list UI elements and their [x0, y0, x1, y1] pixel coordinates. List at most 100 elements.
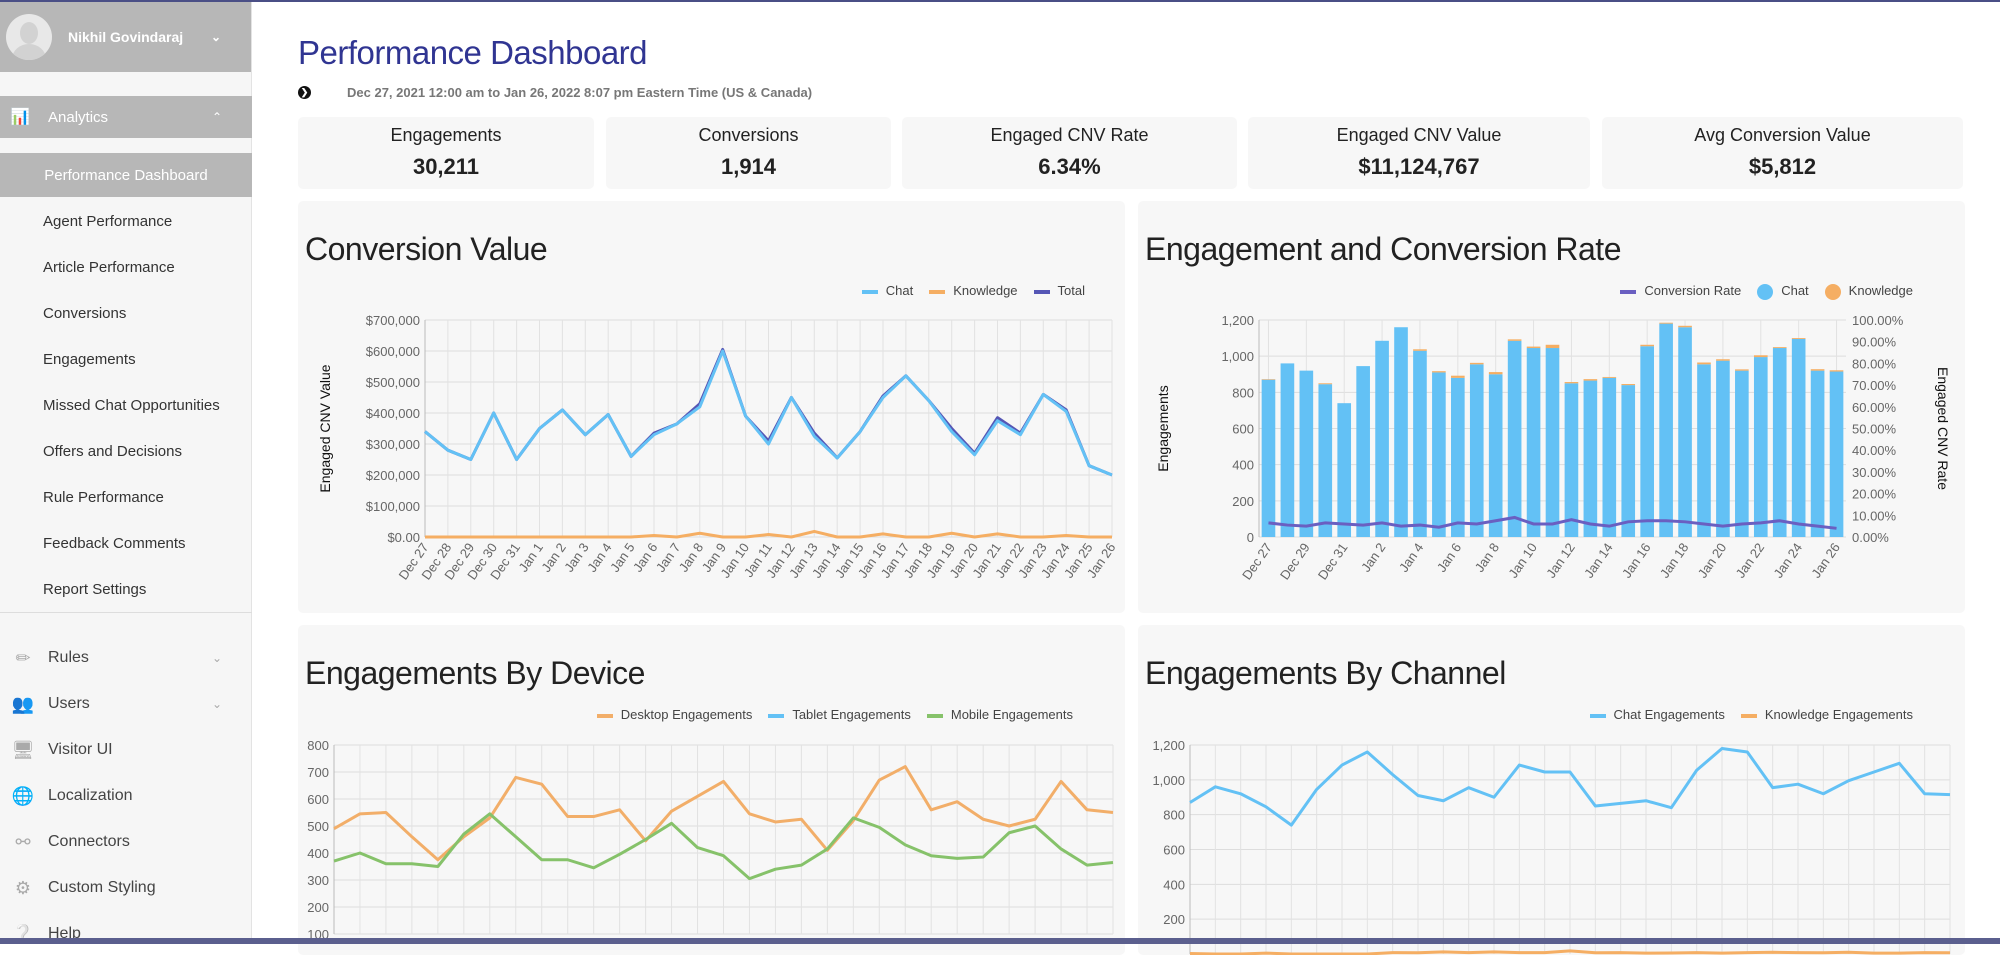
bar-knowledge[interactable]	[1469, 362, 1484, 365]
date-range-toggle-icon[interactable]: ❯	[298, 86, 311, 99]
sidebar-item-engagements[interactable]: Engagements	[0, 337, 252, 381]
sidebar-item-report-settings[interactable]: Report Settings	[0, 567, 252, 611]
y2-tick-label: 90.00%	[1852, 335, 1897, 350]
bar-knowledge[interactable]	[1602, 376, 1617, 378]
bar-chat[interactable]	[1432, 372, 1446, 537]
bar-knowledge[interactable]	[1829, 370, 1844, 372]
bar-knowledge[interactable]	[1753, 355, 1768, 358]
legend-item[interactable]: Knowledge	[1824, 283, 1913, 300]
sidebar-section-analytics[interactable]: 📊 Analytics ⌃	[0, 96, 252, 138]
bar-knowledge[interactable]	[1564, 382, 1579, 384]
bar-chat[interactable]	[1791, 338, 1806, 537]
sidebar-item-label: Custom Styling	[48, 879, 156, 896]
sidebar-item-rules[interactable]: ✏ Rules ⌄	[0, 638, 252, 678]
bar-chat[interactable]	[1469, 364, 1484, 537]
sidebar-item-missed-chat-opportunities[interactable]: Missed Chat Opportunities	[0, 383, 252, 427]
chart-icon: 📊	[10, 109, 30, 126]
legend-swatch	[1033, 289, 1050, 294]
chart-legend: Desktop Engagements Tablet Engagements Mob…	[596, 707, 1073, 722]
bar-chat[interactable]	[1697, 364, 1711, 537]
legend-item[interactable]: Chat	[861, 283, 913, 298]
bar-chat[interactable]	[1394, 327, 1408, 537]
chevron-down-icon: ⌄	[211, 651, 222, 665]
bar-knowledge[interactable]	[1318, 383, 1333, 385]
sidebar-item-connectors[interactable]: ⚯ Connectors	[0, 822, 252, 862]
user-menu[interactable]: Nikhil Govindaraj ⌄	[0, 2, 251, 72]
bar-chat[interactable]	[1375, 340, 1389, 537]
sidebar-item-feedback-comments[interactable]: Feedback Comments	[0, 521, 252, 565]
bar-knowledge[interactable]	[1810, 369, 1825, 371]
sidebar-item-rule-performance[interactable]: Rule Performance	[0, 475, 252, 519]
bar-chat[interactable]	[1507, 340, 1522, 537]
bar-chat[interactable]	[1564, 383, 1579, 537]
sidebar-item-article-performance[interactable]: Article Performance	[0, 245, 252, 289]
bar-knowledge[interactable]	[1697, 362, 1711, 365]
bar-knowledge[interactable]	[1640, 344, 1654, 347]
legend-item[interactable]: Mobile Engagements	[926, 707, 1073, 722]
x-tick-label: Jan 3	[561, 540, 592, 575]
bar-knowledge[interactable]	[1451, 375, 1465, 378]
bar-chat[interactable]	[1810, 370, 1825, 537]
bar-chat[interactable]	[1772, 348, 1787, 537]
bar-chat[interactable]	[1753, 357, 1768, 537]
bar-chat[interactable]	[1488, 374, 1503, 537]
bar-knowledge[interactable]	[1678, 325, 1692, 328]
bar-chat[interactable]	[1299, 370, 1314, 537]
legend-item[interactable]: Knowledge	[929, 283, 1018, 298]
bar-chat[interactable]	[1526, 348, 1541, 537]
bar-knowledge[interactable]	[1583, 379, 1598, 381]
bar-knowledge[interactable]	[1735, 369, 1749, 371]
legend-item[interactable]: Total	[1033, 283, 1085, 298]
sidebar-item-agent-performance[interactable]: Agent Performance	[0, 199, 252, 243]
sidebar-item-help[interactable]: ❔ Help	[0, 914, 252, 954]
bar-chat[interactable]	[1621, 385, 1636, 537]
sidebar-item-offers-and-decisions[interactable]: Offers and Decisions	[0, 429, 252, 473]
bar-chat[interactable]	[1735, 370, 1749, 537]
bar-chat[interactable]	[1602, 377, 1617, 537]
y-axis-label: Engagements	[1155, 385, 1171, 471]
bar-chat[interactable]	[1261, 379, 1276, 537]
bar-chat[interactable]	[1337, 403, 1352, 537]
bar-chat[interactable]	[1451, 377, 1465, 537]
bar-chat[interactable]	[1545, 348, 1560, 537]
bar-chat[interactable]	[1829, 371, 1844, 537]
bar-knowledge[interactable]	[1772, 347, 1787, 349]
bar-chat[interactable]	[1413, 350, 1427, 537]
bar-knowledge[interactable]	[1413, 349, 1427, 351]
legend-item[interactable]: Conversion Rate	[1620, 283, 1741, 300]
bar-knowledge[interactable]	[1545, 344, 1560, 349]
bar-chat[interactable]	[1318, 384, 1333, 537]
bar-knowledge[interactable]	[1621, 384, 1636, 386]
y2-axis-label: Engaged CNV Rate	[1935, 367, 1951, 490]
bar-chat[interactable]	[1356, 366, 1370, 537]
sidebar-item-localization[interactable]: 🌐 Localization	[0, 776, 252, 816]
legend-item[interactable]: Chat Engagements	[1589, 707, 1725, 722]
bar-chat[interactable]	[1583, 380, 1598, 537]
bar-knowledge[interactable]	[1791, 338, 1806, 339]
bar-chat[interactable]	[1640, 346, 1654, 537]
bar-chat[interactable]	[1280, 363, 1295, 537]
bar-knowledge[interactable]	[1507, 339, 1522, 341]
bar-knowledge[interactable]	[1261, 379, 1276, 380]
bar-knowledge[interactable]	[1432, 371, 1446, 373]
bar-knowledge[interactable]	[1659, 322, 1673, 324]
sidebar-item-custom-styling[interactable]: ⚙ Custom Styling	[0, 868, 252, 908]
bar-knowledge[interactable]	[1526, 346, 1541, 349]
legend-item[interactable]: Desktop Engagements	[596, 707, 752, 722]
sidebar-item-performance-dashboard[interactable]: Performance Dashboard	[0, 153, 252, 197]
sidebar-item-visitor-ui[interactable]: 🖥 Visitor UI	[0, 730, 252, 770]
bar-chat[interactable]	[1678, 327, 1692, 537]
legend-item[interactable]: Chat	[1757, 283, 1809, 300]
bar-knowledge[interactable]	[1716, 359, 1730, 361]
kpi-value: 1,914	[720, 154, 777, 179]
legend-item[interactable]: Tablet Engagements	[768, 707, 911, 722]
y2-tick-label: 10.00%	[1852, 508, 1897, 523]
bar-chat[interactable]	[1659, 323, 1673, 537]
y-tick-label: 700	[307, 765, 329, 780]
sidebar-item-conversions[interactable]: Conversions	[0, 291, 252, 335]
legend-item[interactable]: Knowledge Engagements	[1740, 707, 1913, 722]
x-tick-label: Jan 8	[676, 540, 707, 575]
bar-knowledge[interactable]	[1488, 372, 1503, 375]
bar-chat[interactable]	[1716, 360, 1730, 537]
sidebar-item-users[interactable]: 👥 Users ⌄	[0, 684, 252, 724]
